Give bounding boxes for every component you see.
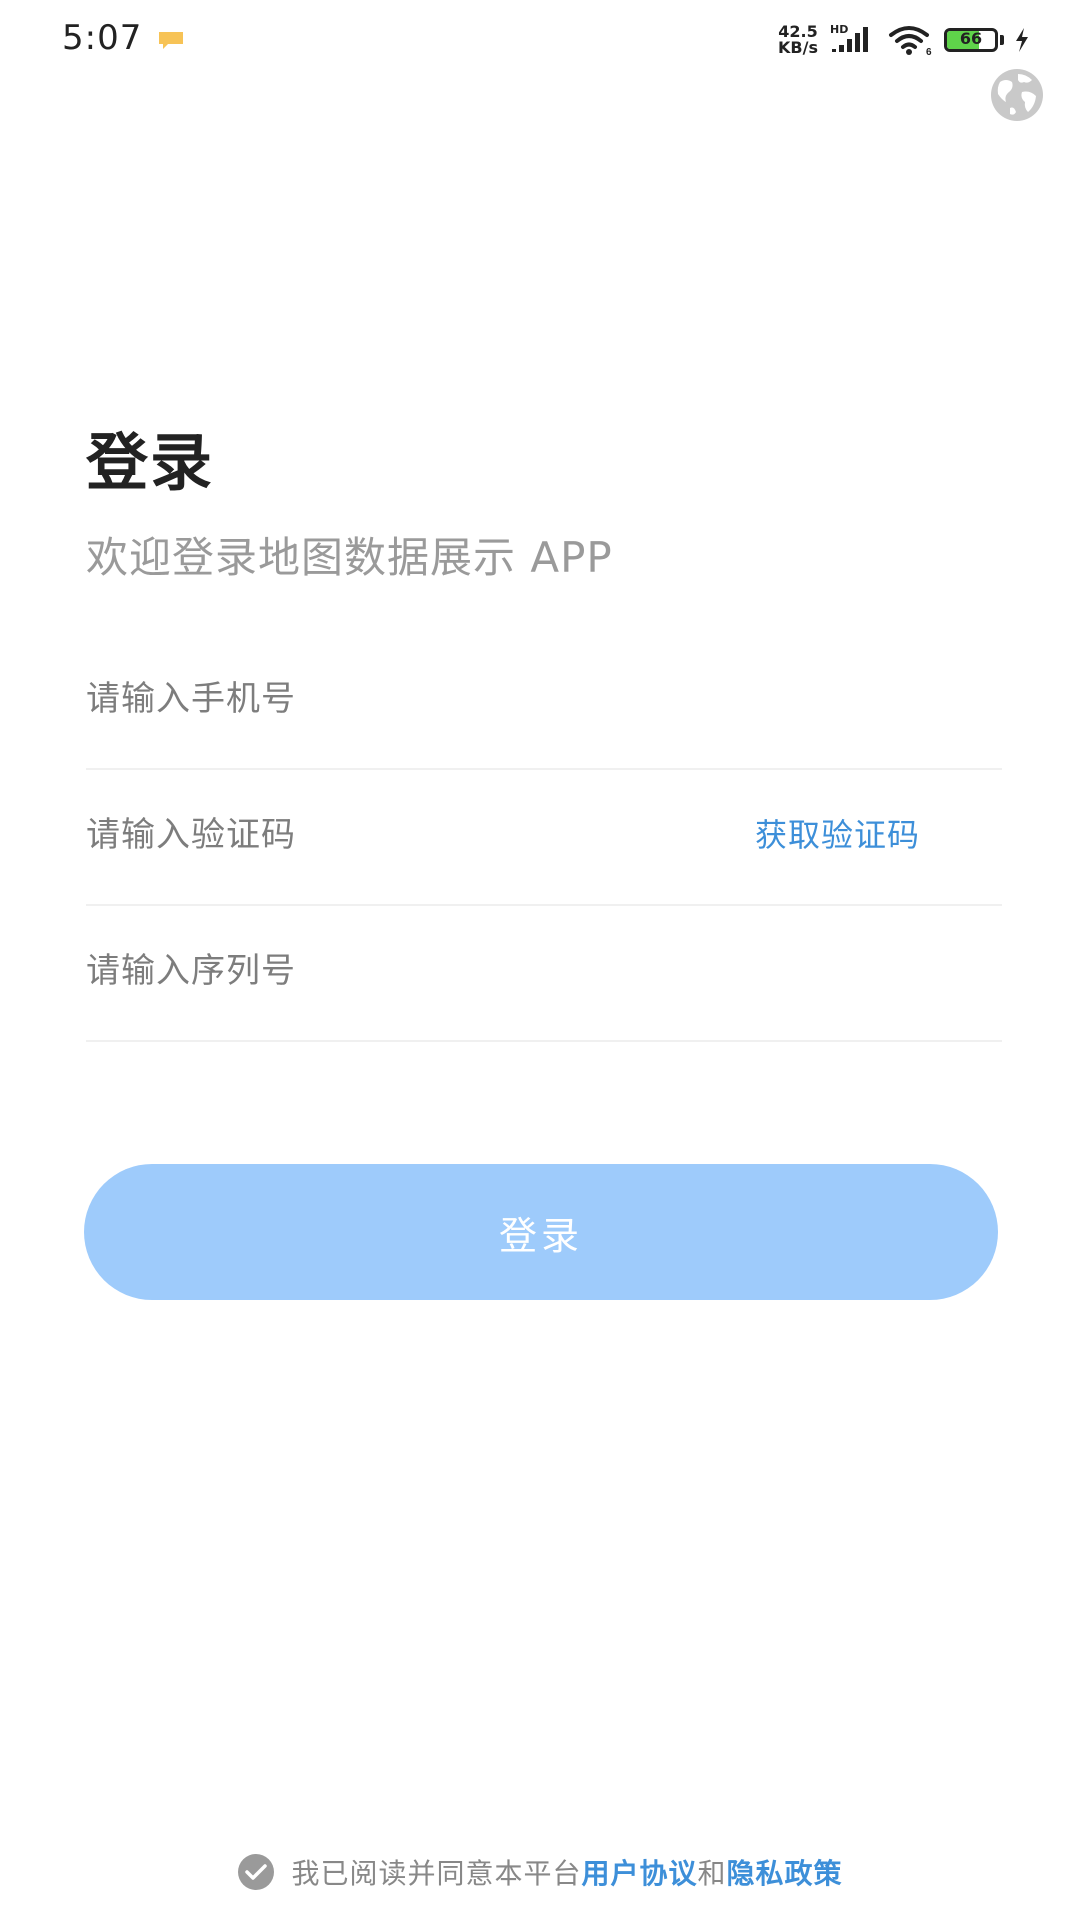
globe-icon[interactable]: [988, 66, 1046, 124]
phone-field-row: [86, 630, 1002, 770]
login-button[interactable]: 登录: [84, 1164, 998, 1300]
code-field-row: 获取验证码: [86, 766, 1002, 906]
agreement-conjunction: 和: [697, 1857, 727, 1890]
get-code-button[interactable]: 获取验证码: [755, 766, 920, 904]
agreement-row: 我已阅读并同意本平台 用户协议 和 隐私政策: [0, 1850, 1080, 1894]
page-subtitle: 欢迎登录地图数据展示 APP: [86, 533, 613, 582]
network-speed: 42.5 KB/s: [778, 24, 818, 56]
charging-icon: [1016, 28, 1028, 52]
serial-field-row: [86, 902, 1002, 1042]
battery-body: 66: [944, 28, 998, 52]
signal-indicator: HD: [828, 23, 878, 57]
battery-icon: 66: [944, 28, 1004, 52]
status-bar: 5:07 42.5 KB/s HD 6 66: [0, 0, 1080, 80]
status-icons: 42.5 KB/s HD 6 66: [778, 22, 1030, 58]
battery-tip: [1000, 35, 1004, 45]
phone-input[interactable]: [86, 630, 1002, 768]
svg-text:6: 6: [926, 47, 932, 57]
serial-number-input[interactable]: [86, 902, 1002, 1040]
privacy-policy-link[interactable]: 隐私政策: [727, 1852, 843, 1892]
wifi-icon: 6: [889, 26, 932, 57]
signal-icon: [832, 27, 868, 52]
notification-icon: [159, 32, 183, 49]
battery-level: 66: [959, 29, 983, 48]
status-time: 5:07: [62, 18, 143, 58]
verification-code-input[interactable]: [86, 766, 686, 904]
agreement-prefix: 我已阅读并同意本平台: [291, 1857, 582, 1890]
check-circle-icon[interactable]: [237, 1853, 275, 1891]
user-agreement-link[interactable]: 用户协议: [581, 1852, 697, 1892]
page-title: 登录: [86, 426, 215, 499]
network-speed-unit: KB/s: [778, 38, 818, 57]
